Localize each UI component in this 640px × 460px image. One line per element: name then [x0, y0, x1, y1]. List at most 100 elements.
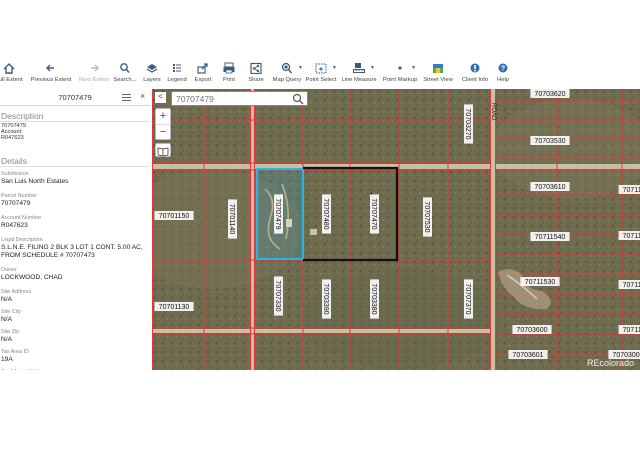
- field-value: San Luis North Estates: [1, 178, 69, 185]
- description-line: R047623: [1, 135, 24, 142]
- description-block: 70707479 Account: R047623: [1, 123, 147, 142]
- parcel-label-group: 70703620: [530, 89, 570, 98]
- parcel-label: 70703601: [512, 352, 543, 359]
- divider: [0, 121, 150, 122]
- details-panel: Description 70707479 Account: R047623 De…: [0, 107, 150, 370]
- parcel-label: 70707370: [464, 283, 471, 314]
- map-query-icon: [280, 62, 294, 74]
- parcel-label-group: 70703390: [322, 279, 331, 319]
- field-tax-area-id: Tax Area ID 19A: [1, 349, 147, 364]
- parcel-label-group: 70701130: [154, 302, 194, 311]
- field-label: Legal Description: [1, 237, 43, 243]
- search-input[interactable]: [176, 94, 286, 104]
- bookmarks-button[interactable]: [155, 143, 171, 157]
- parcel-label: 7071130: [623, 282, 640, 289]
- parcel-label-group: 70707470: [370, 194, 379, 234]
- field-label: Subdivision: [1, 171, 29, 177]
- road-label: ROAD: [490, 103, 496, 121]
- svg-text:?: ?: [501, 65, 505, 72]
- parcel-label: 7071150: [623, 187, 640, 194]
- field-value: N/A: [1, 336, 12, 343]
- field-label: Site Zip: [1, 329, 20, 335]
- map-canvas[interactable]: ROAD 70703620 70703530 70703610 70711540 707…: [152, 89, 640, 370]
- close-icon[interactable]: ×: [140, 91, 145, 101]
- structure: [310, 229, 317, 235]
- parcel-label-group: 70703380: [370, 279, 379, 319]
- toolbar-label: Point Select: [305, 77, 337, 83]
- street-view-icon: [431, 62, 445, 74]
- road-horizontal: [152, 329, 492, 333]
- parcel-label-group: 70703600: [512, 325, 552, 334]
- toolbar: Full ExtentPrevious ExtentNext ExtentSea…: [0, 62, 640, 88]
- field-final-actual-value: Final Actual Value55738: [1, 369, 147, 370]
- parcel-label: 7071140: [623, 233, 640, 240]
- field-site-zip: Site Zip N/A: [1, 329, 147, 344]
- parcel-label-group: 7071100: [618, 325, 640, 334]
- zoom-in-button[interactable]: +: [156, 109, 170, 124]
- parcel-label: 70703600: [516, 327, 547, 334]
- parcel-label: 70703390: [322, 283, 329, 314]
- parcel-label: 70707470: [370, 198, 377, 229]
- details-heading: Details: [1, 156, 27, 166]
- divider: [0, 166, 150, 167]
- parcel-label-group: 70703601: [508, 350, 548, 359]
- parcel-label: 70711530: [525, 279, 556, 286]
- field-value: LOCKWOOD, CHAD: [1, 274, 63, 281]
- field-site-address: Site Address N/A: [1, 289, 147, 304]
- point-markup-icon: [393, 62, 407, 74]
- field-label: Tax Area ID: [1, 349, 29, 355]
- panel-header: 70707479 ×: [0, 89, 150, 106]
- field-owner: Owner LOCKWOOD, CHAD: [1, 267, 147, 282]
- toolbar-label: Full Extent: [0, 77, 23, 83]
- toolbar-label: Help: [497, 77, 509, 83]
- toolbar-label: Line Measure: [341, 77, 377, 83]
- parcel-label: 70707479: [274, 198, 281, 229]
- field-label: Site City: [1, 309, 22, 315]
- point-select-icon: [314, 62, 328, 74]
- parcel-label: 70703270: [464, 108, 471, 139]
- parcel-label: 70703530: [534, 138, 565, 145]
- parcel-label: 70707480: [322, 198, 329, 229]
- aerial-imagery: ROAD 70703620 70703530 70703610 70711540 707…: [152, 89, 640, 370]
- zoom-control: + −: [155, 108, 171, 140]
- field-value: N/A: [1, 296, 12, 303]
- parcel-label: 70703380: [370, 283, 377, 314]
- field-label: Account Number: [1, 215, 42, 221]
- field-label: Parcel Number: [1, 193, 37, 199]
- parcel-label: 70701140: [228, 204, 235, 235]
- description-heading: Description: [1, 111, 44, 121]
- book-icon: [157, 147, 169, 157]
- parcel-label-group: 7071130: [618, 280, 640, 289]
- parcel-label-group: 70707530: [423, 197, 432, 237]
- toolbar-button-help[interactable]: ? Help: [477, 62, 529, 83]
- field-label: Final Actual Value: [1, 369, 147, 370]
- field-subdivision: Subdivision San Luis North Estates: [1, 171, 147, 186]
- field-value: 70707479: [1, 200, 31, 207]
- watermark: REcolorado: [586, 358, 634, 368]
- field-value: R047623: [1, 222, 28, 229]
- line-measure-icon: [352, 62, 366, 74]
- help-icon: ?: [496, 62, 510, 74]
- parcel-label: 70703610: [534, 184, 565, 191]
- zoom-out-button[interactable]: −: [156, 124, 170, 139]
- parcel-label-group: 70711540: [530, 232, 570, 241]
- home-icon: [2, 62, 16, 74]
- parcel-label-group: 70701140: [228, 199, 237, 239]
- structure: [286, 219, 292, 227]
- parcel-label-group: 70707330: [274, 276, 283, 316]
- parcel-label-group: 7071140: [618, 231, 640, 240]
- parcel-label-group: 70703530: [530, 136, 570, 145]
- menu-icon[interactable]: [122, 94, 131, 101]
- field-account-number: Account Number R047623: [1, 215, 147, 230]
- parcel-label-group: 70703270: [464, 104, 473, 144]
- search-icon[interactable]: [292, 93, 304, 105]
- parcel-label-group: 70711530: [520, 277, 560, 286]
- parcel-label-group: 70703610: [530, 182, 570, 191]
- parcel-label-group: 70707370: [464, 279, 473, 319]
- search-box: [171, 91, 308, 106]
- parcel-label-group: 70707479: [274, 194, 283, 234]
- collapse-panel-button[interactable]: <: [155, 92, 166, 103]
- parcel-label: 70707330: [274, 280, 281, 311]
- field-site-city: Site City N/A: [1, 309, 147, 324]
- parcel-label: 70701150: [159, 213, 190, 220]
